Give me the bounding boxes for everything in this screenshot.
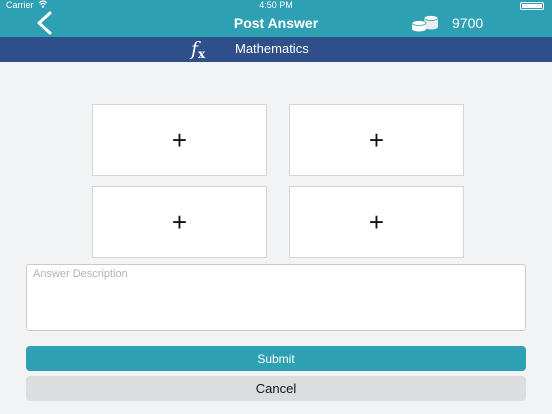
image-upload-slot-1[interactable]: + — [92, 104, 267, 176]
subject-bar: fx Mathematics — [0, 37, 552, 62]
cancel-button[interactable]: Cancel — [26, 376, 526, 401]
fx-icon-x: x — [198, 47, 206, 61]
fx-icon-f: f — [191, 38, 199, 60]
plus-icon: + — [368, 125, 385, 155]
fx-icon: fx — [191, 38, 205, 65]
image-upload-slot-3[interactable]: + — [92, 186, 267, 258]
subject-label: Mathematics — [235, 41, 309, 56]
plus-icon: + — [368, 207, 385, 237]
battery-icon — [520, 2, 544, 10]
plus-icon: + — [171, 125, 188, 155]
answer-description-field[interactable] — [26, 264, 526, 331]
coins-balance: 9700 — [452, 15, 484, 31]
status-time: 4:50 PM — [259, 0, 293, 10]
image-upload-slot-2[interactable]: + — [289, 104, 464, 176]
status-bar: Carrier 4:50 PM — [0, 0, 552, 11]
app-header: Carrier 4:50 PM Post Answer 9700 — [0, 0, 552, 37]
plus-icon: + — [171, 207, 188, 237]
submit-button[interactable]: Submit — [26, 346, 526, 371]
coins-icon — [411, 15, 439, 32]
image-upload-slot-4[interactable]: + — [289, 186, 464, 258]
